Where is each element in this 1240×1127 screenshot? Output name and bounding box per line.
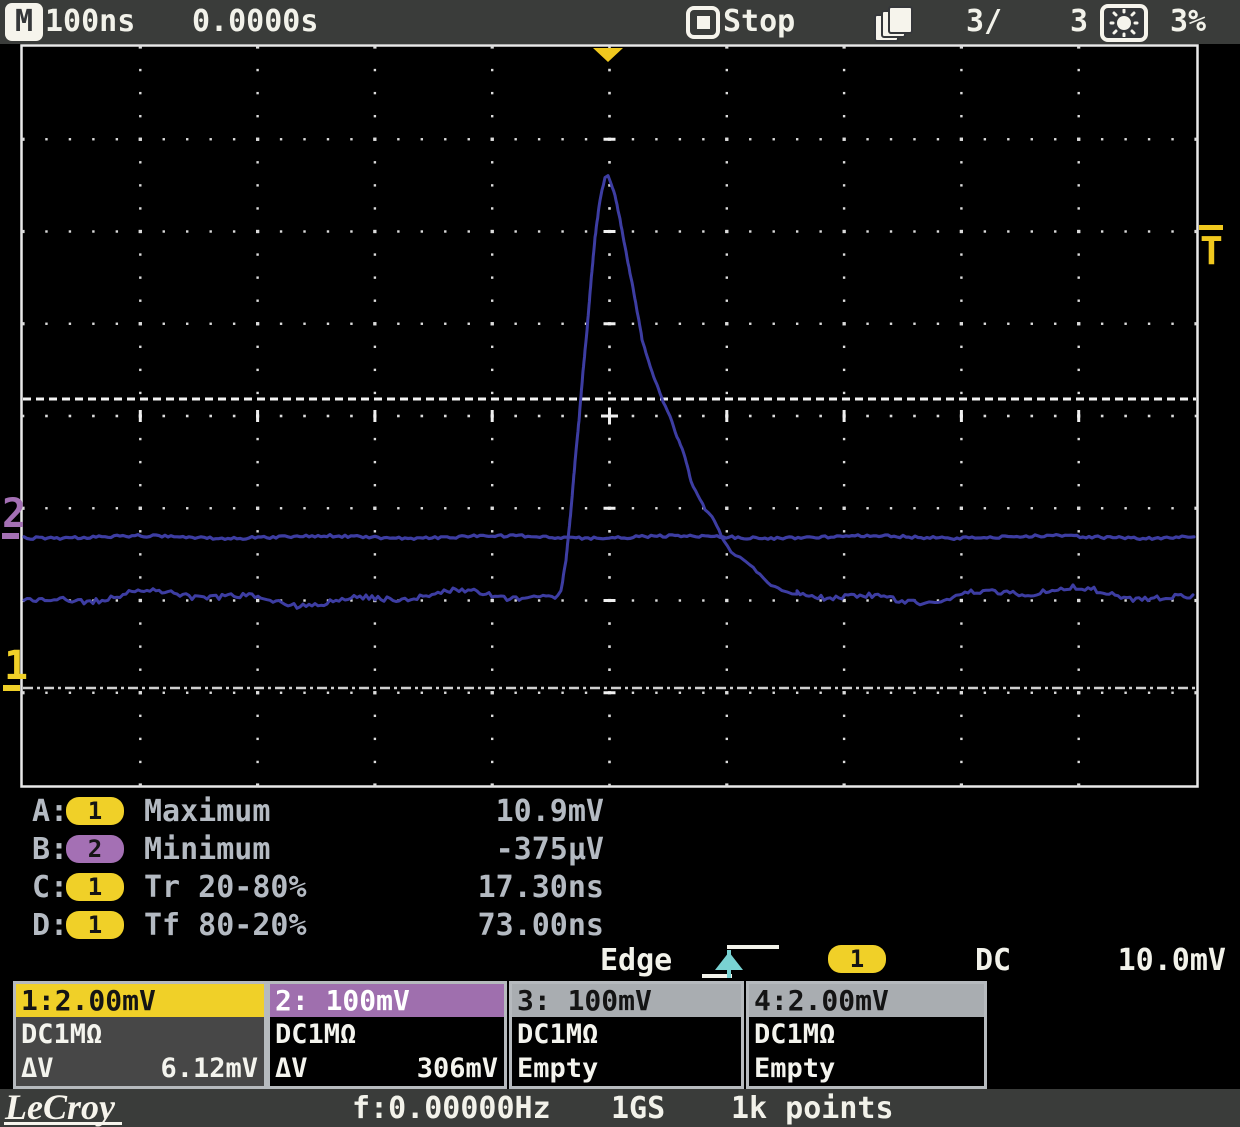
channel-2-delta-value: 306mV <box>417 1054 498 1084</box>
sample-rate: 1GS <box>611 1092 665 1126</box>
trigger-level-value: 10.0mV <box>1100 944 1226 978</box>
trigger-level-dash <box>1199 225 1223 230</box>
channel-2-scale: 2: 100mV <box>270 984 504 1017</box>
channel-4-scale: 4:2.00mV <box>749 984 984 1017</box>
channel-3-descriptor[interactable]: 3: 100mV DC1MΩ Empty <box>509 981 744 1089</box>
meas-name: Tf 80-20% <box>144 910 307 942</box>
ch1-ground-marker: 1 <box>4 643 28 689</box>
meas-source-badge: 2 <box>66 835 124 863</box>
trigger-frequency: f:0.00000Hz <box>352 1092 551 1126</box>
channel-4-status: Empty <box>754 1054 835 1084</box>
meas-value: 73.00ns <box>330 910 604 942</box>
channel-2-descriptor[interactable]: 2: 100mV DC1MΩ ΔV 306mV <box>267 981 507 1089</box>
channel-1-delta-label: ΔV <box>21 1054 54 1084</box>
meas-slot: B: <box>32 834 68 866</box>
meas-source-badge: 1 <box>66 911 124 939</box>
meas-value: 17.30ns <box>330 872 604 904</box>
ch2-ground-marker: 2 <box>2 491 26 537</box>
channel-4-coupling: DC1MΩ <box>754 1020 835 1050</box>
meas-slot: D: <box>32 910 68 942</box>
meas-value: 10.9mV <box>330 796 604 828</box>
channel-1-coupling: DC1MΩ <box>21 1020 102 1050</box>
channel-3-scale: 3: 100mV <box>512 984 741 1017</box>
brand-underline <box>4 1122 122 1125</box>
meas-slot: C: <box>32 872 68 904</box>
meas-name: Tr 20-80% <box>144 872 307 904</box>
channel-3-coupling: DC1MΩ <box>517 1020 598 1050</box>
channel-1-scale: 1:2.00mV <box>16 984 264 1017</box>
trigger-source-badge: 1 <box>828 945 886 973</box>
channel-4-descriptor[interactable]: 4:2.00mV DC1MΩ Empty <box>746 981 987 1089</box>
brand-logo: LeCroy <box>5 1090 115 1124</box>
meas-slot: A: <box>32 796 68 828</box>
channel-1-delta-value: 6.12mV <box>160 1054 258 1084</box>
channel-2-coupling: DC1MΩ <box>275 1020 356 1050</box>
meas-name: Minimum <box>144 834 270 866</box>
meas-value: -375µV <box>330 834 604 866</box>
rising-edge-icon <box>700 943 782 981</box>
meas-source-badge: 1 <box>66 873 124 901</box>
ch2-ground-dash <box>2 533 19 539</box>
trigger-level-marker: T <box>1200 229 1223 273</box>
channel-3-status: Empty <box>517 1054 598 1084</box>
record-length: 1k points <box>731 1092 894 1126</box>
trigger-coupling: DC <box>975 944 1011 978</box>
channel-1-descriptor[interactable]: 1:2.00mV DC1MΩ ΔV 6.12mV <box>13 981 267 1089</box>
channel-2-delta-label: ΔV <box>275 1054 308 1084</box>
ch1-ground-dash <box>3 685 20 691</box>
oscilloscope-screen: M 100ns 0.0000s Stop 3/ 3 3% <box>0 0 1240 1127</box>
meas-name: Maximum <box>144 796 270 828</box>
trigger-mode: Edge <box>600 944 672 978</box>
meas-source-badge: 1 <box>66 797 124 825</box>
